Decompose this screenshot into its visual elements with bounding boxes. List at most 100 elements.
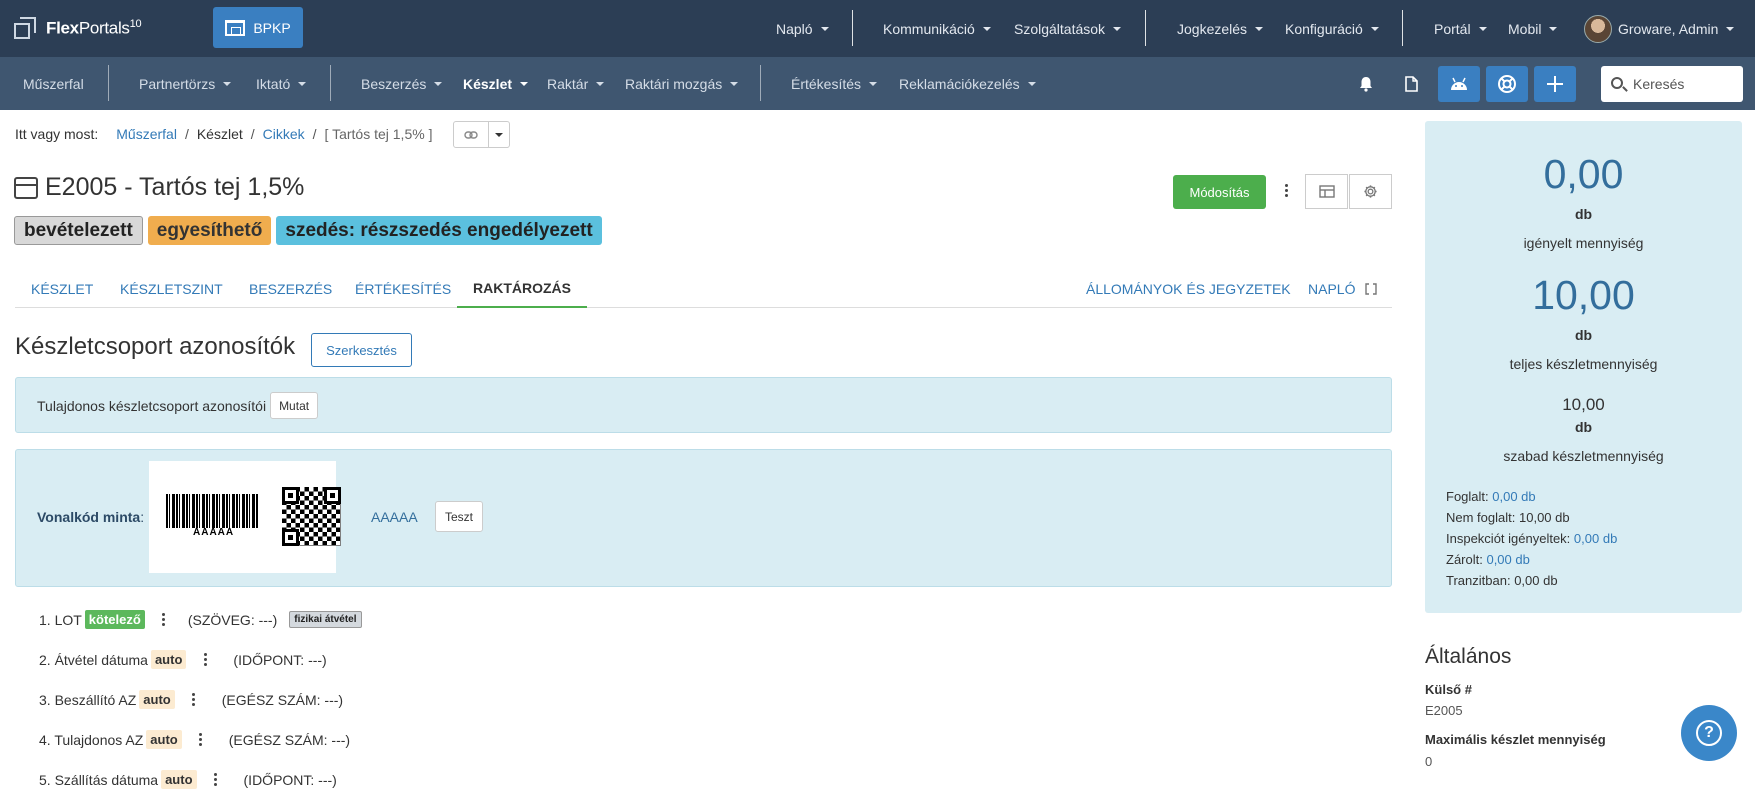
subnav-ertekesites[interactable]: Értékesítés	[791, 57, 878, 110]
page-title-row: E2005 - Tartós tej 1,5%	[14, 173, 304, 202]
link-dropdown[interactable]	[489, 122, 509, 147]
breadcrumb-prefix: Itt vagy most:	[15, 126, 99, 142]
plus-icon[interactable]	[1534, 66, 1576, 102]
status-badge-picking: szedés: részszedés engedélyezett	[276, 216, 602, 245]
more-options-icon[interactable]	[203, 653, 207, 666]
attribute-type: (IDŐPONT: ---)	[233, 651, 327, 668]
barcode-image	[166, 494, 258, 528]
help-button[interactable]: ?	[1681, 705, 1737, 761]
requested-label: igényelt mennyiség	[1523, 235, 1644, 251]
total-label: teljes készletmennyiség	[1509, 356, 1658, 372]
divider	[1145, 10, 1146, 46]
chevron-down-icon	[1726, 26, 1735, 31]
topnav-portal[interactable]: Portál	[1434, 0, 1487, 57]
barcode-preview: AAAAA	[149, 461, 341, 573]
chevron-down-icon	[1549, 26, 1558, 31]
show-button[interactable]: Mutat	[270, 392, 319, 419]
locked-link[interactable]: 0,00 db	[1486, 552, 1529, 567]
tab-beszerzes[interactable]: Beszerzés	[249, 270, 332, 308]
divider	[760, 65, 761, 101]
stock-details: Foglalt: 0,00 db Nem foglalt: 10,00 db I…	[1446, 486, 1617, 591]
topnav-jogkezeles[interactable]: Jogkezelés	[1177, 0, 1264, 57]
topnav-naplo[interactable]: Napló	[776, 0, 829, 57]
topnav-mobil[interactable]: Mobil	[1508, 0, 1558, 57]
bell-icon[interactable]	[1356, 74, 1376, 94]
external-id-value: E2005	[1425, 703, 1463, 718]
auto-badge: auto	[139, 690, 175, 709]
attribute-type: (IDŐPONT: ---)	[243, 771, 337, 788]
divider	[852, 10, 853, 46]
qr-code-image	[282, 487, 341, 546]
chevron-down-icon	[1027, 81, 1036, 86]
document-icon[interactable]	[1401, 74, 1421, 94]
breadcrumb-cikkek[interactable]: Cikkek	[263, 126, 305, 142]
more-options-icon[interactable]	[1284, 184, 1288, 197]
link-icon[interactable]	[454, 122, 489, 147]
stock-summary-panel: 0,00 db igényelt mennyiség 10,00 db telj…	[1425, 121, 1742, 613]
lifebuoy-icon[interactable]	[1486, 66, 1528, 102]
workspace-button[interactable]: BPKP	[213, 7, 303, 48]
search-icon	[1611, 77, 1623, 89]
search-input[interactable]: Keresés	[1601, 66, 1743, 102]
divider	[330, 65, 331, 101]
subnav-reklamaciokezeles[interactable]: Reklamációkezelés	[899, 57, 1036, 110]
list-item: 2. Átvétel dátuma auto (IDŐPONT: ---)	[39, 650, 327, 669]
subnav-beszerzes[interactable]: Beszerzés	[361, 57, 443, 110]
breadcrumb-separator: /	[250, 126, 255, 142]
breadcrumb-muszerfal[interactable]: Műszerfal	[116, 126, 177, 142]
chevron-down-icon	[495, 132, 503, 137]
topnav-konfiguracio[interactable]: Konfiguráció	[1285, 0, 1379, 57]
subnav-raktar[interactable]: Raktár	[547, 57, 605, 110]
owner-groups-label: Tulajdonos készletcsoport azonosítói	[37, 397, 267, 414]
subnav-raktari-mozgas[interactable]: Raktári mozgás	[625, 57, 739, 110]
topnav-kommunikacio[interactable]: Kommunikáció	[883, 0, 991, 57]
settings-button[interactable]	[1349, 174, 1392, 209]
chevron-down-icon	[730, 81, 739, 86]
tab-naplo[interactable]: Napló	[1308, 270, 1378, 308]
subnav-muszerfal[interactable]: Műszerfal	[23, 57, 84, 110]
inspection-link[interactable]: 0,00 db	[1574, 531, 1617, 546]
tab-ertekesites[interactable]: Értékesítés	[355, 270, 451, 308]
more-options-icon[interactable]	[192, 693, 196, 706]
auto-badge: auto	[150, 650, 187, 669]
brand[interactable]: FlexPortals10	[14, 16, 142, 41]
tab-keszletszint[interactable]: Készletszint	[120, 270, 223, 308]
owner-groups-box: Tulajdonos készletcsoport azonosítói Mut…	[15, 377, 1392, 433]
breadcrumb: Itt vagy most: Műszerfal / Készlet / Cik…	[15, 126, 432, 142]
chevron-down-icon	[869, 81, 878, 86]
reserved-row: Foglalt: 0,00 db	[1446, 489, 1536, 504]
more-options-icon[interactable]	[199, 733, 203, 746]
expand-icon	[1365, 283, 1378, 295]
tab-allomanyok[interactable]: Állományok és jegyzetek	[1086, 270, 1291, 308]
brand-name: FlexPortals10	[46, 18, 142, 38]
tab-raktarozas[interactable]: Raktározás	[457, 270, 587, 308]
locked-row: Zárolt: 0,00 db	[1446, 552, 1530, 567]
question-icon: ?	[1696, 720, 1722, 746]
reserved-link[interactable]: 0,00 db	[1492, 489, 1535, 504]
test-button[interactable]: Teszt	[435, 501, 484, 532]
chevron-down-icon	[982, 26, 991, 31]
edit-button[interactable]: Módosítás	[1173, 175, 1266, 209]
divider	[108, 65, 109, 101]
user-menu[interactable]: Groware, Admin	[1584, 0, 1735, 57]
link-button-group	[453, 121, 510, 148]
android-icon[interactable]	[1438, 66, 1480, 102]
avatar	[1584, 14, 1612, 43]
top-navbar: FlexPortals10 BPKP Napló Kommunikáció Sz…	[0, 0, 1755, 57]
physical-receipt-badge: fizikai átvétel	[289, 611, 362, 628]
attribute-type: (EGÉSZ SZÁM: ---)	[228, 731, 351, 748]
layout-icon	[1318, 185, 1335, 198]
more-options-icon[interactable]	[214, 773, 218, 786]
subnav-partnertorzs[interactable]: Partnertörzs	[139, 57, 232, 110]
layout-button[interactable]	[1305, 174, 1348, 209]
section-edit-button[interactable]: Szerkesztés	[311, 333, 412, 367]
topnav-szolgaltatasok[interactable]: Szolgáltatások	[1014, 0, 1122, 57]
subnav-keszlet[interactable]: Készlet	[463, 57, 529, 110]
chevron-down-icon	[1113, 26, 1122, 31]
list-item: 1. LOT kötelező (SZÖVEG: ---) fizikai át…	[39, 610, 362, 629]
subnav-iktato[interactable]: Iktató	[256, 57, 307, 110]
required-badge: kötelező	[84, 610, 145, 629]
tab-keszlet[interactable]: Készlet	[31, 270, 93, 308]
more-options-icon[interactable]	[162, 613, 166, 626]
unreserved-row: Nem foglalt: 10,00 db	[1446, 510, 1570, 525]
